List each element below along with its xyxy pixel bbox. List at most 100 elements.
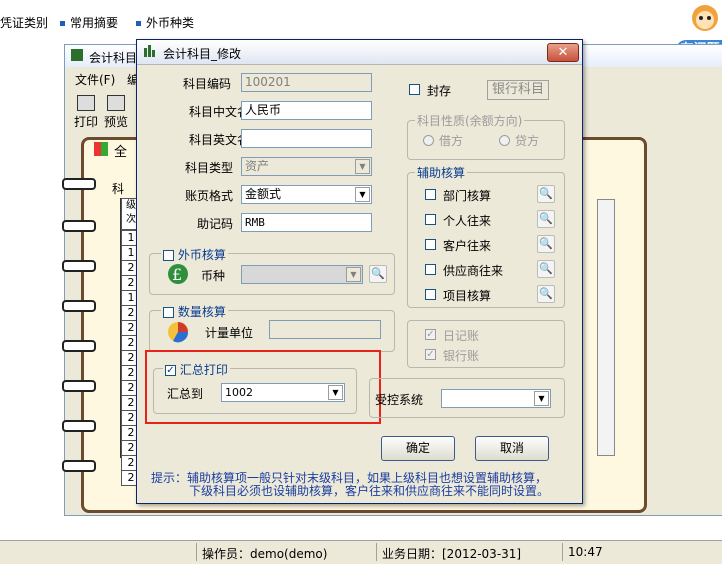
controlled-select[interactable]: ▼: [441, 389, 551, 408]
dept-checkbox[interactable]: [425, 189, 436, 200]
business-date-status: 业务日期：[2012-03-31]: [382, 547, 522, 561]
mascot-icon: [692, 5, 718, 31]
summary-to-label: 汇总到: [167, 387, 204, 401]
customer-checkbox[interactable]: [425, 239, 436, 250]
ring-icon: [62, 178, 96, 190]
aux-group-title: 辅助核算: [415, 164, 468, 181]
preview-icon: [107, 95, 125, 111]
name-en-field[interactable]: [241, 129, 372, 148]
summary-print-checkbox[interactable]: ✓: [165, 365, 176, 376]
menu-file[interactable]: 文件(F): [75, 71, 115, 88]
sealed-checkbox[interactable]: [409, 84, 420, 95]
bank-account-button[interactable]: 银行科目: [487, 80, 549, 100]
tab-icon: [94, 142, 108, 156]
debit-label: 借方: [439, 134, 464, 148]
currency-search-icon[interactable]: 🔍: [369, 265, 387, 283]
pound-icon: £: [168, 264, 188, 284]
unit-field[interactable]: [269, 320, 381, 339]
common-summary-link[interactable]: 常用摘要: [60, 14, 118, 31]
svg-text:£: £: [172, 265, 182, 284]
summary-print-group-title: ✓ 汇总打印: [163, 361, 230, 378]
project-search-icon[interactable]: 🔍: [537, 285, 555, 303]
personal-checkbox[interactable]: [425, 214, 436, 225]
summary-to-value: 1002: [225, 386, 253, 399]
bullet-icon: [136, 21, 141, 26]
supplier-checkbox[interactable]: [425, 264, 436, 275]
debit-radio[interactable]: [423, 135, 434, 146]
currency-select[interactable]: ▼: [241, 265, 363, 284]
ring-icon: [62, 420, 96, 432]
sealed-label: 封存: [427, 84, 452, 98]
top-toolbar: 凭证类别 常用摘要 外币种类: [0, 0, 722, 42]
ring-icon: [62, 460, 96, 472]
bankbook-checkbox[interactable]: ✓: [425, 349, 436, 360]
foreign-currency-checkbox[interactable]: [163, 250, 174, 261]
chevron-down-icon[interactable]: ▼: [355, 187, 370, 202]
ok-button[interactable]: 确定: [381, 436, 455, 461]
time-status: 10:47: [568, 545, 603, 559]
dialog-title: 会计科目_修改: [163, 47, 242, 61]
credit-radio[interactable]: [499, 135, 510, 146]
mnemonic-label: 助记码: [196, 217, 233, 231]
operator-status: 操作员：demo(demo): [202, 547, 328, 561]
project-label: 项目核算: [443, 289, 492, 303]
supplier-label: 供应商往来: [443, 264, 504, 278]
personal-search-icon[interactable]: 🔍: [537, 210, 555, 228]
format-select[interactable]: 金额式 ▼: [241, 185, 372, 204]
project-checkbox[interactable]: [425, 289, 436, 300]
tab-all[interactable]: 全: [114, 141, 127, 160]
account-window-title: 会计科目: [89, 51, 138, 65]
status-divider: [376, 543, 377, 561]
type-select[interactable]: 资产 ▼: [241, 157, 372, 176]
type-label: 科目类型: [184, 161, 233, 175]
foreign-currency-link[interactable]: 外币种类: [136, 14, 194, 31]
supplier-search-icon[interactable]: 🔍: [537, 260, 555, 278]
controlled-label: 受控系统: [375, 393, 424, 407]
dept-search-icon[interactable]: 🔍: [537, 185, 555, 203]
ledger-group: [407, 320, 565, 368]
close-icon: ✕: [557, 45, 569, 60]
close-button[interactable]: ✕: [547, 43, 579, 62]
chevron-down-icon[interactable]: ▼: [328, 385, 343, 400]
mnemonic-field[interactable]: RMB: [241, 213, 372, 232]
printer-icon: [77, 95, 95, 111]
voucher-category-link[interactable]: 凭证类别: [0, 14, 48, 31]
quantity-checkbox[interactable]: [163, 307, 174, 318]
ring-icon: [62, 300, 96, 312]
preview-button[interactable]: 预览: [101, 93, 131, 131]
chevron-down-icon: ▼: [346, 267, 361, 282]
ring-icon: [62, 380, 96, 392]
tip-line-2: 下级科目必须也设辅助核算，客户往来和供应商往来不能同时设置。: [189, 484, 550, 498]
format-label: 账页格式: [184, 189, 233, 203]
tip-text: 提示：辅助核算项一般只针对末级科目，如果上级科目也想设置辅助核算， 下级科目必须…: [151, 472, 581, 498]
journal-checkbox[interactable]: ✓: [425, 329, 436, 340]
cancel-button[interactable]: 取消: [475, 436, 549, 461]
ring-icon: [62, 220, 96, 232]
foreign-currency-group-title: 外币核算: [161, 246, 228, 263]
currency-label: 币种: [201, 269, 226, 283]
code-label: 科目编码: [182, 77, 231, 91]
bankbook-label: 银行账: [443, 349, 480, 363]
dialog-titlebar: 会计科目_修改 ✕: [137, 40, 582, 65]
ring-icon: [62, 260, 96, 272]
journal-label: 日记账: [443, 329, 480, 343]
print-button[interactable]: 打印: [71, 93, 101, 131]
status-bar: 操作员：demo(demo) 业务日期：[2012-03-31] 10:47: [0, 540, 722, 564]
quantity-group-title: 数量核算: [161, 303, 228, 320]
personal-label: 个人往来: [443, 214, 492, 228]
format-value: 金额式: [245, 187, 282, 201]
bullet-icon: [60, 21, 65, 26]
unit-label: 计量单位: [205, 326, 254, 340]
account-label: 科: [112, 182, 125, 196]
edit-account-dialog: 会计科目_修改 ✕ 科目编码 100201 科目中文名称 人民币 科目英文名称 …: [136, 39, 583, 504]
summary-to-select[interactable]: 1002 ▼: [221, 383, 345, 402]
app-icon: [71, 49, 83, 61]
name-cn-field[interactable]: 人民币: [241, 101, 372, 120]
code-field[interactable]: 100201: [241, 73, 372, 92]
ring-icon: [62, 340, 96, 352]
customer-search-icon[interactable]: 🔍: [537, 235, 555, 253]
type-value: 资产: [245, 159, 270, 173]
dept-label: 部门核算: [443, 189, 492, 203]
list-scrollbar[interactable]: [597, 199, 615, 456]
chevron-down-icon[interactable]: ▼: [534, 391, 549, 406]
